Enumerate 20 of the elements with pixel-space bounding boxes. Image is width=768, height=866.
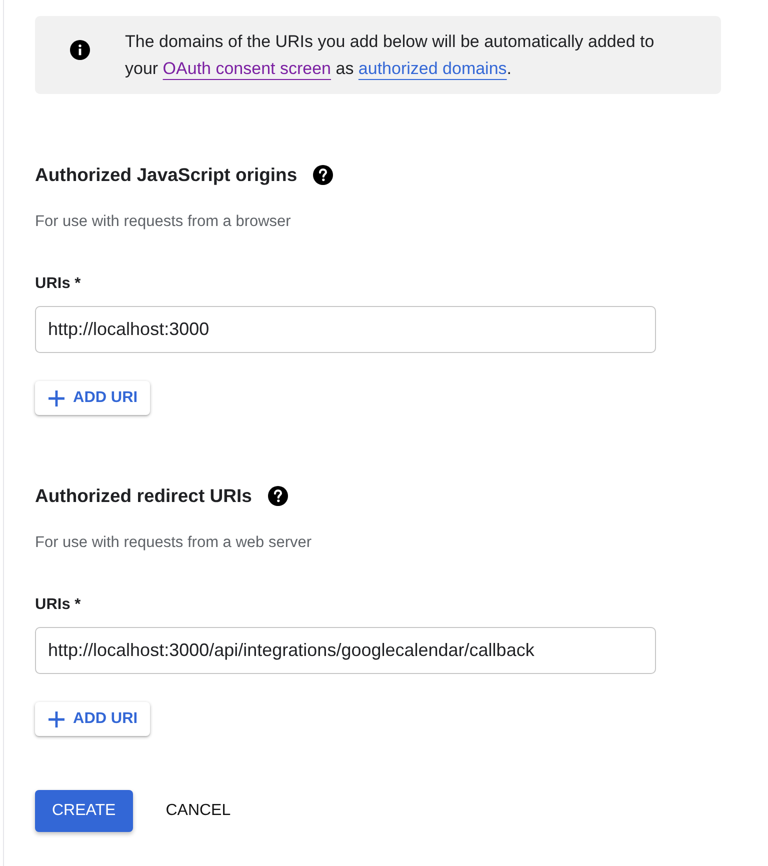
cancel-button[interactable]: CANCEL bbox=[154, 790, 242, 832]
plus-icon bbox=[48, 710, 65, 728]
help-icon[interactable] bbox=[268, 486, 288, 506]
section-description: For use with requests from a browser bbox=[35, 212, 291, 232]
text-link[interactable]: authorized domains bbox=[358, 59, 507, 78]
create-button[interactable]: CREATE bbox=[35, 790, 133, 832]
help-icon[interactable] bbox=[313, 165, 334, 185]
field-label: URIs * bbox=[35, 274, 81, 294]
info-message: The domains of the URIs you add below will be automatically added to your OAuth consent screen as authorized domains. bbox=[125, 31, 656, 80]
plus-icon bbox=[48, 390, 65, 406]
section-title: Authorized JavaScript origins bbox=[35, 163, 298, 187]
add-uri-button[interactable]: ADD URI bbox=[35, 381, 150, 415]
text-link[interactable]: OAuth consent screen bbox=[162, 59, 332, 78]
uri-input-field[interactable]: http://localhost:3000/api/integrations/googlecalendar/callback bbox=[35, 627, 656, 674]
section-title: Authorized redirect URIs bbox=[35, 484, 252, 508]
add-uri-button[interactable]: ADD URI bbox=[35, 702, 150, 736]
section-description: For use with requests from a web server bbox=[35, 533, 312, 553]
uri-input-field[interactable]: http://localhost:3000 bbox=[35, 306, 656, 353]
field-label: URIs * bbox=[35, 595, 81, 615]
info-icon bbox=[70, 40, 90, 60]
